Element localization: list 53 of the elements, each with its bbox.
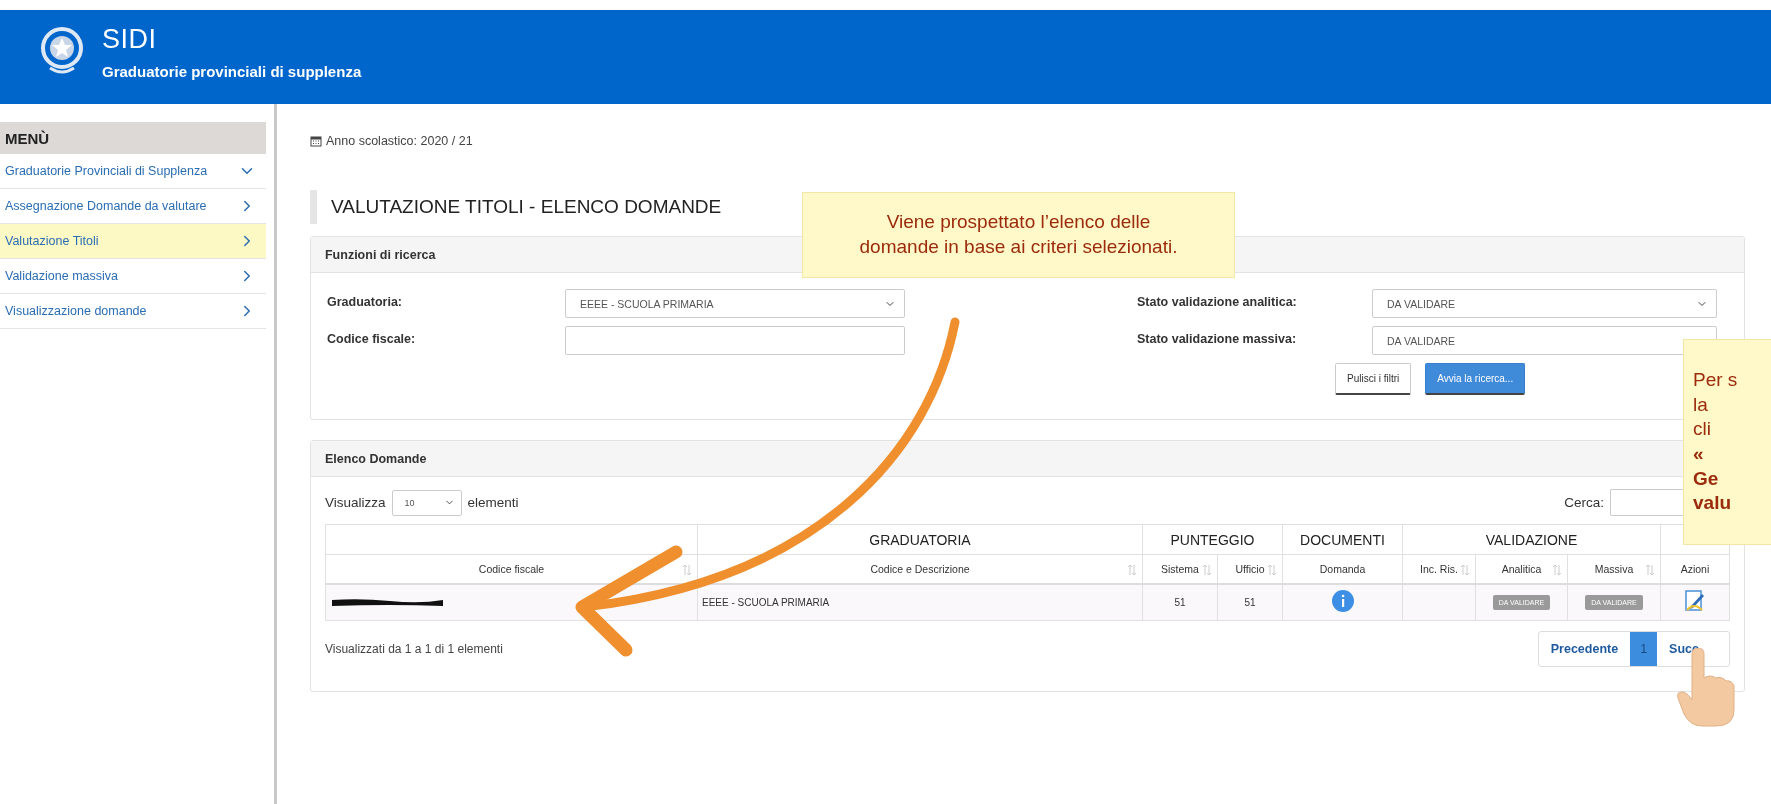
table-cell: 51	[1174, 596, 1186, 608]
callout-text: cli	[1693, 417, 1711, 442]
select-field[interactable]: DA VALIDARE	[1372, 289, 1717, 318]
search-button[interactable]: Avvia la ricerca...	[1425, 363, 1526, 395]
column-group-header: VALIDAZIONE	[1485, 531, 1578, 548]
callout-text: Per s	[1693, 367, 1738, 392]
field-label: Codice fiscale:	[327, 331, 417, 346]
menu-heading: MENÙ	[0, 122, 266, 154]
sort-icon[interactable]	[1646, 564, 1654, 576]
callout-text: «	[1693, 442, 1704, 466]
field-label: Graduatoria:	[327, 294, 403, 309]
field-label: Stato validazione analitica:	[1137, 294, 1298, 309]
column-header[interactable]: Codice e Descrizione	[870, 562, 970, 575]
length-label: elementi	[467, 495, 519, 510]
calendar-icon	[310, 135, 322, 147]
edit-icon[interactable]	[1685, 590, 1705, 613]
table-info: Visualizzati da 1 a 1 di 1 elementi	[325, 642, 503, 656]
length-label: Visualizza	[325, 495, 386, 510]
column-group-header: PUNTEGGIO	[1170, 531, 1255, 548]
column-header[interactable]: Azioni	[1680, 562, 1710, 575]
field-label: Stato validazione massiva:	[1137, 331, 1298, 346]
input-field[interactable]: DA VALIDARE	[1372, 326, 1717, 355]
search-label: Cerca:	[1564, 495, 1604, 510]
academic-year: Anno scolastico: 2020 / 21	[326, 134, 473, 148]
sort-icon[interactable]	[1203, 564, 1211, 576]
column-header[interactable]: Massiva	[1594, 562, 1634, 575]
callout-text: Ge	[1693, 466, 1719, 491]
column-header[interactable]: Domanda	[1319, 562, 1366, 575]
column-group-header: DOCUMENTI	[1300, 531, 1385, 548]
sort-icon[interactable]	[683, 564, 691, 576]
column-header[interactable]: Ufficio	[1235, 562, 1265, 575]
app-subtitle: Graduatorie provinciali di supplenza	[102, 63, 362, 80]
page-size-select[interactable]: 10	[391, 489, 462, 516]
select-field[interactable]: EEEE - SCUOLA PRIMARIA	[565, 289, 905, 318]
sort-icon[interactable]	[1268, 564, 1276, 576]
input-field[interactable]	[565, 326, 905, 355]
callout-text: valu	[1693, 491, 1732, 516]
emblem-icon	[40, 24, 84, 76]
table-cell: EEEE - SCUOLA PRIMARIA	[702, 596, 830, 608]
callout-text: domande in base ai criteri selezionati.	[859, 235, 1178, 259]
info-icon[interactable]	[1331, 590, 1354, 613]
previous-link[interactable]: Precedente	[1538, 632, 1631, 666]
sort-icon[interactable]	[1128, 564, 1136, 576]
table-cell: 51	[1244, 596, 1256, 608]
callout-text: la	[1693, 392, 1708, 417]
column-header[interactable]: Codice fiscale	[478, 562, 545, 575]
sort-icon[interactable]	[1553, 564, 1561, 576]
sort-icon[interactable]	[1461, 564, 1469, 576]
app-title: SIDI	[102, 24, 158, 55]
column-group-header: GRADUATORIA	[869, 531, 971, 548]
menu-item[interactable]: Valutazione Titoli	[0, 224, 266, 259]
column-header[interactable]: Analitica	[1501, 562, 1542, 575]
reset-button[interactable]: Pulisci i filtri	[1335, 363, 1412, 395]
